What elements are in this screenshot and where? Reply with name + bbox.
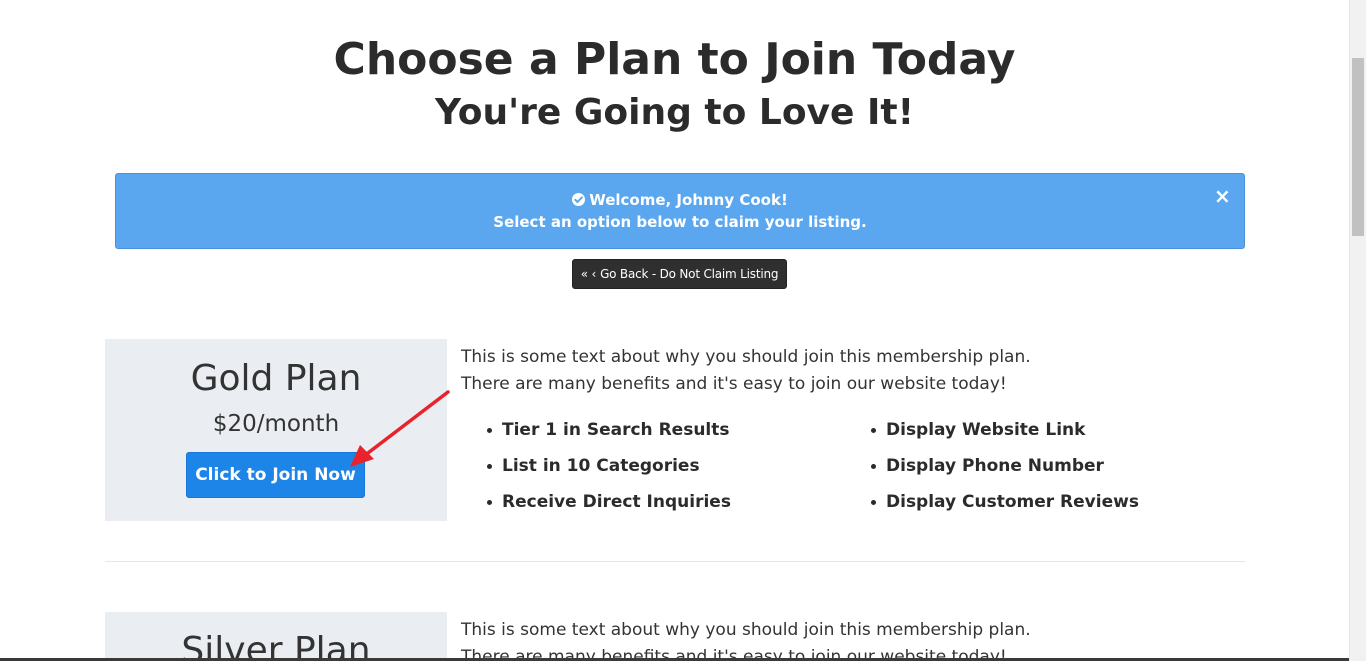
- check-circle-icon: [572, 193, 586, 206]
- chevron-left-icon: « ‹: [580, 267, 597, 281]
- benefit-item: Tier 1 in Search Results: [487, 412, 731, 448]
- alert-welcome-line: Welcome, Johnny Cook!: [116, 190, 1244, 210]
- description-line: This is some text about why you should j…: [461, 620, 1031, 640]
- description-line: There are many benefits and it's easy to…: [461, 374, 1007, 394]
- benefits-list-right: Display Website Link Display Phone Numbe…: [871, 412, 1139, 520]
- alert-message: Select an option below to claim your lis…: [493, 213, 867, 231]
- go-back-label: Go Back - Do Not Claim Listing: [600, 267, 779, 281]
- plan-divider: [105, 561, 1245, 562]
- page-title: Choose a Plan to Join Today: [333, 34, 1016, 85]
- benefit-item: Display Website Link: [871, 412, 1139, 448]
- benefit-item: Receive Direct Inquiries: [487, 484, 731, 520]
- page: Choose a Plan to Join Today You're Going…: [0, 0, 1349, 661]
- close-icon[interactable]: ×: [1214, 186, 1231, 206]
- benefit-item: List in 10 Categories: [487, 448, 731, 484]
- description-line: This is some text about why you should j…: [461, 347, 1031, 367]
- silver-plan-card: Silver Plan: [105, 612, 447, 661]
- welcome-alert: Welcome, Johnny Cook! Select an option b…: [115, 173, 1245, 249]
- scrollbar-thumb[interactable]: [1352, 58, 1364, 236]
- gold-plan-description: This is some text about why you should j…: [461, 344, 1301, 398]
- go-back-button[interactable]: « ‹ Go Back - Do Not Claim Listing: [572, 259, 787, 289]
- annotation-arrow-icon: [350, 390, 450, 467]
- silver-plan-description: This is some text about why you should j…: [461, 617, 1301, 661]
- page-subtitle: You're Going to Love It!: [435, 92, 914, 133]
- benefit-item: Display Phone Number: [871, 448, 1139, 484]
- alert-welcome-text: Welcome, Johnny Cook!: [589, 191, 788, 209]
- benefit-item: Display Customer Reviews: [871, 484, 1139, 520]
- join-now-button[interactable]: Click to Join Now: [186, 452, 365, 498]
- plan-name: Silver Plan: [181, 630, 371, 661]
- vertical-scrollbar[interactable]: [1349, 0, 1366, 661]
- benefits-list-left: Tier 1 in Search Results List in 10 Cate…: [487, 412, 731, 520]
